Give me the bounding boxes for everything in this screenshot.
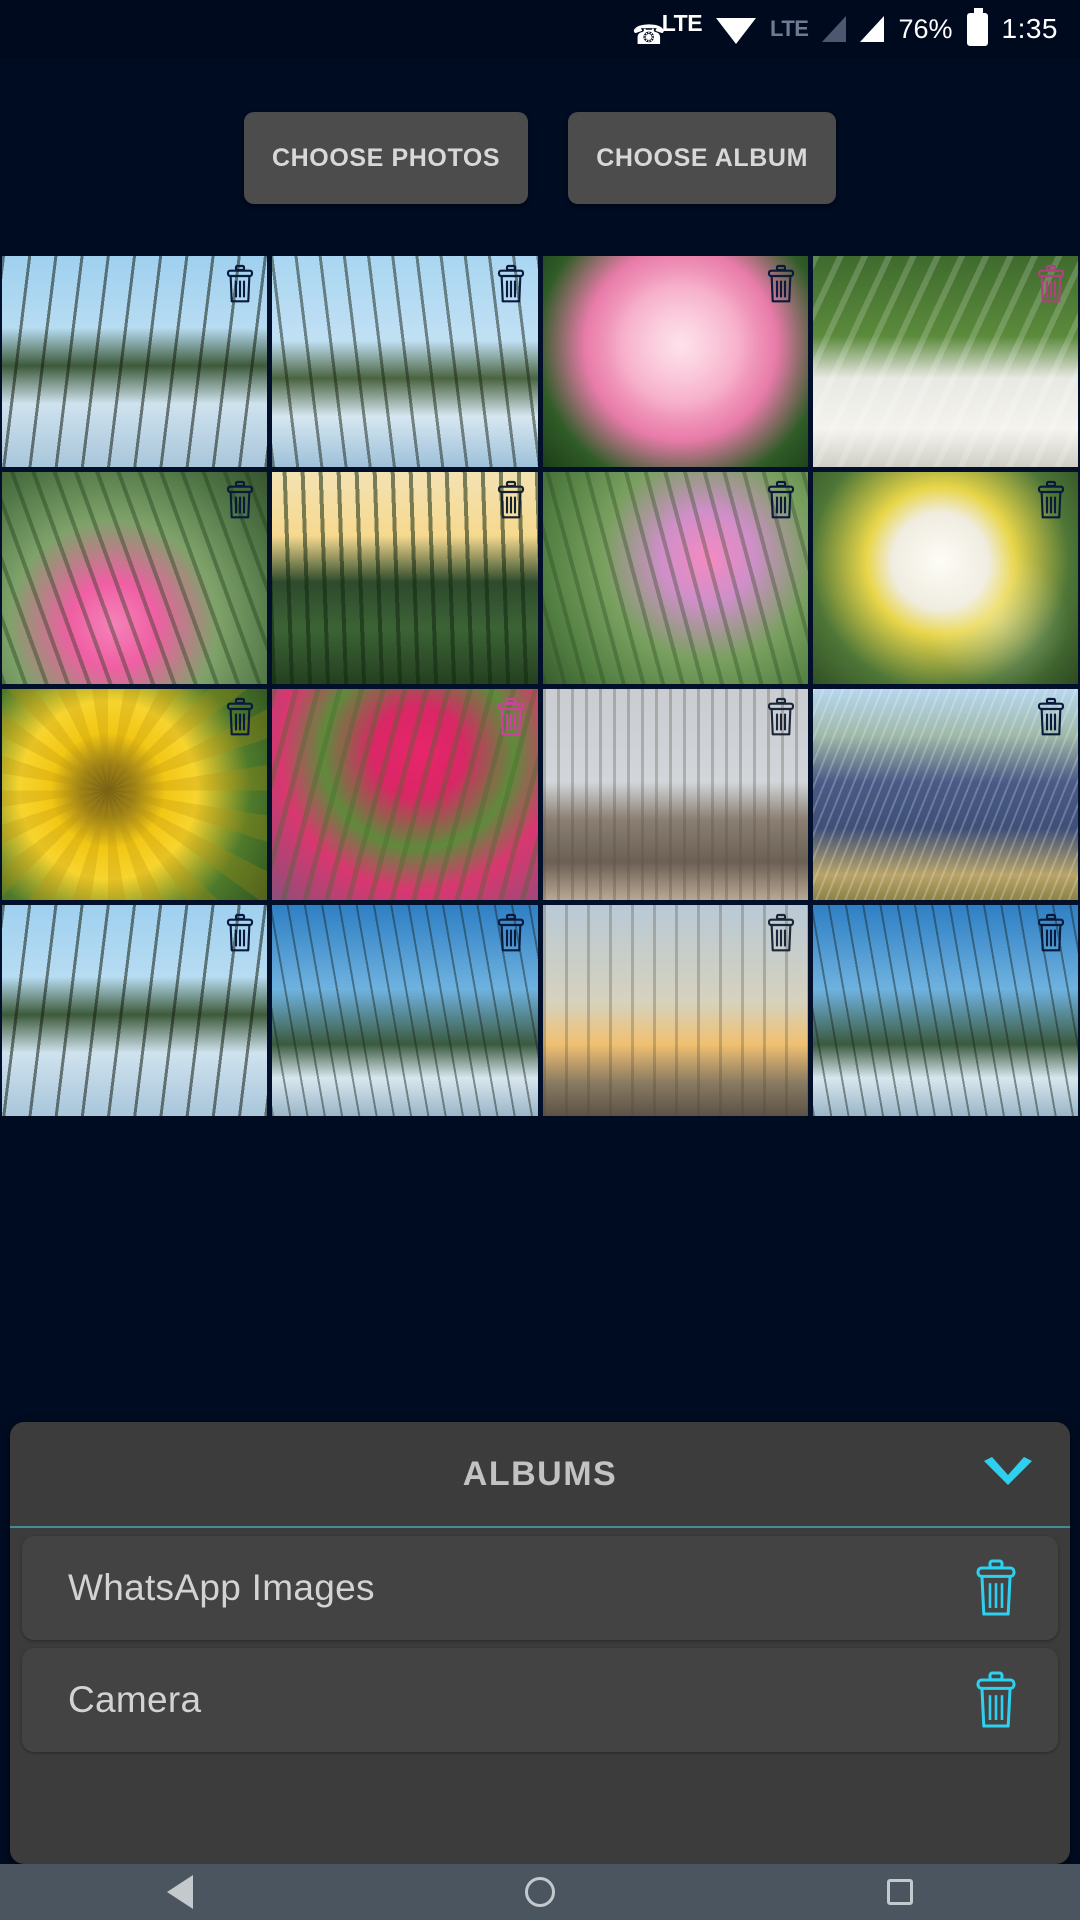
- albums-header[interactable]: ALBUMS: [10, 1422, 1070, 1528]
- trash-icon[interactable]: [494, 913, 528, 953]
- photo-cell[interactable]: [542, 256, 808, 468]
- trash-icon[interactable]: [1034, 913, 1068, 953]
- trash-icon[interactable]: [1034, 480, 1068, 520]
- app-screen: ☎ LTE LTE 76% 1:35 CHOOSE PHOTOS CHOOSE …: [0, 0, 1080, 1920]
- call-lte-label: LTE: [661, 10, 703, 36]
- albums-title: ALBUMS: [462, 1454, 618, 1493]
- album-list-item[interactable]: Camera: [22, 1648, 1058, 1752]
- albums-panel: ALBUMS WhatsApp Images Camera: [10, 1422, 1070, 1864]
- choose-album-button[interactable]: CHOOSE ALBUM: [568, 112, 837, 204]
- photo-cell[interactable]: [2, 256, 268, 468]
- trash-icon[interactable]: [223, 697, 257, 737]
- system-nav-bar: [0, 1864, 1080, 1920]
- trash-icon[interactable]: [223, 480, 257, 520]
- trash-icon[interactable]: [764, 480, 798, 520]
- status-bar: ☎ LTE LTE 76% 1:35: [0, 0, 1080, 58]
- trash-icon[interactable]: [223, 913, 257, 953]
- photo-cell[interactable]: [542, 904, 808, 1116]
- battery-percent-label: 76%: [898, 13, 953, 44]
- nav-recents-button[interactable]: [840, 1879, 960, 1905]
- photo-cell[interactable]: [812, 472, 1078, 684]
- trash-icon[interactable]: [972, 1670, 1020, 1730]
- choose-photos-button[interactable]: CHOOSE PHOTOS: [243, 112, 529, 204]
- photo-cell[interactable]: [2, 472, 268, 684]
- nav-home-button[interactable]: [480, 1877, 600, 1907]
- album-name-label: WhatsApp Images: [68, 1567, 375, 1608]
- battery-icon: [966, 7, 988, 46]
- album-list: WhatsApp Images Camera: [10, 1536, 1070, 1752]
- phone-handset-icon: ☎: [632, 20, 666, 50]
- home-circle-icon: [525, 1877, 555, 1907]
- photo-grid: [0, 256, 1080, 1116]
- trash-icon[interactable]: [223, 264, 257, 304]
- trash-icon[interactable]: [494, 480, 528, 520]
- sim-lte-label: LTE: [770, 16, 809, 41]
- wifi-icon: [716, 14, 757, 44]
- clock-label: 1:35: [1001, 13, 1058, 44]
- photo-cell[interactable]: [812, 688, 1078, 900]
- photo-cell[interactable]: [272, 688, 538, 900]
- nav-back-button[interactable]: [120, 1875, 240, 1909]
- signal-bars-dim-icon: [822, 16, 847, 42]
- photo-cell[interactable]: [542, 688, 808, 900]
- signal-bars-bright-icon: [860, 16, 885, 42]
- trash-icon[interactable]: [764, 264, 798, 304]
- chevron-down-icon[interactable]: [980, 1455, 1036, 1493]
- trash-icon[interactable]: [764, 697, 798, 737]
- photo-cell[interactable]: [2, 688, 268, 900]
- photo-cell[interactable]: [542, 472, 808, 684]
- photo-cell[interactable]: [812, 256, 1078, 468]
- trash-icon[interactable]: [1034, 697, 1068, 737]
- photo-cell[interactable]: [812, 904, 1078, 1116]
- action-button-row: CHOOSE PHOTOS CHOOSE ALBUM: [0, 112, 1080, 204]
- photo-cell[interactable]: [272, 472, 538, 684]
- back-triangle-icon: [167, 1875, 193, 1909]
- trash-icon[interactable]: [494, 697, 528, 737]
- photo-cell[interactable]: [272, 256, 538, 468]
- recents-square-icon: [887, 1879, 913, 1905]
- trash-icon[interactable]: [972, 1558, 1020, 1618]
- trash-icon[interactable]: [1034, 264, 1068, 304]
- album-name-label: Camera: [68, 1679, 202, 1720]
- album-list-item[interactable]: WhatsApp Images: [22, 1536, 1058, 1640]
- trash-icon[interactable]: [764, 913, 798, 953]
- photo-cell[interactable]: [2, 904, 268, 1116]
- call-lte-indicator: ☎ LTE: [632, 10, 703, 50]
- trash-icon[interactable]: [494, 264, 528, 304]
- photo-cell[interactable]: [272, 904, 538, 1116]
